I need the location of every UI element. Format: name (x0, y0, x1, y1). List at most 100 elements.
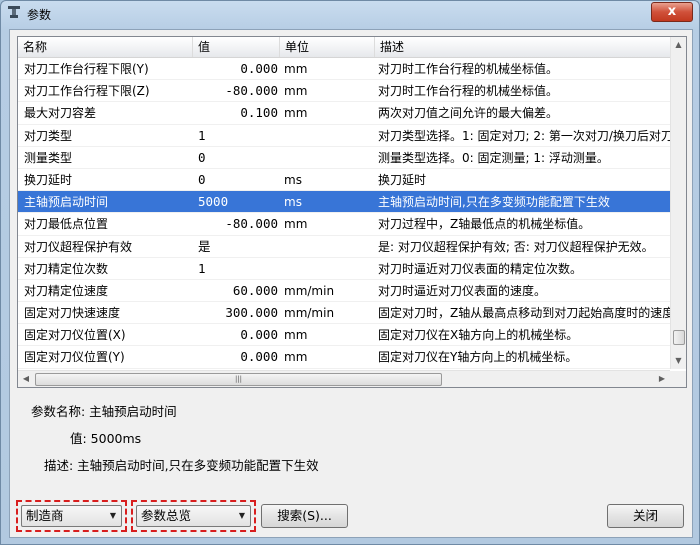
param-unit-cell: mm/min (284, 306, 335, 321)
param-desc-cell: 对刀过程中，Z轴最低点的机械坐标值。 (378, 217, 591, 232)
param-value-cell: 60.000 (232, 282, 278, 298)
table-row[interactable]: 固定对刀仪位置(Y) 0.000 mm 固定对刀仪在Y轴方向上的机械坐标。 (18, 346, 670, 369)
table-header: 名称 值 单位 描述 (18, 37, 670, 58)
param-value-cell: 0.000 (240, 349, 278, 365)
param-name-cell: 固定对刀仪位置(X) (24, 328, 126, 343)
param-unit-cell: mm (284, 350, 308, 365)
table-row[interactable]: 对刀工作台行程下限(Z) -80.000 mm 对刀时工作台行程的机械坐标值。 (18, 80, 670, 103)
param-unit-cell (284, 147, 374, 169)
table-body: 对刀工作台行程下限(Y) 0.000 mm 对刀时工作台行程的机械坐标值。 对刀工作台行… (18, 58, 670, 369)
param-value-cell: 是 (198, 238, 211, 254)
param-desc-cell: 对刀时逼近对刀仪表面的速度。 (378, 283, 547, 298)
parameter-table[interactable]: 名称 值 单位 描述 对刀工作台行程下限(Y) 0.000 mm 对刀时工作台行程的机… (17, 36, 687, 388)
param-value-cell: 0 (198, 171, 206, 187)
param-unit-cell (284, 125, 374, 147)
param-name-cell: 主轴预启动时间 (24, 195, 109, 210)
param-desc-cell: 固定对刀时，Z轴从最高点移动到对刀起始高度时的速度。 (378, 306, 670, 321)
table-row[interactable]: 对刀类型 1 对刀类型选择。1: 固定对刀; 2: 第一次对刀/换刀后对刀。 (18, 125, 670, 147)
param-desc-cell: 两次对刀值之间允许的最大偏差。 (378, 106, 559, 121)
param-name-cell: 对刀精定位次数 (24, 261, 109, 276)
table-row[interactable]: 对刀工作台行程下限(Y) 0.000 mm 对刀时工作台行程的机械坐标值。 (18, 58, 670, 81)
param-unit-cell: ms (284, 195, 302, 210)
vertical-scrollbar[interactable]: ▲ ▼ (670, 37, 686, 369)
scroll-right-icon[interactable]: ▶ (654, 371, 670, 387)
param-name-cell: 对刀类型 (24, 128, 73, 143)
search-button[interactable]: 搜索(S)... (261, 504, 348, 528)
param-desc-cell: 测量类型选择。0: 固定测量; 1: 浮动测量。 (378, 150, 609, 165)
param-desc-cell: 对刀时工作台行程的机械坐标值。 (378, 84, 559, 99)
column-header-value[interactable]: 值 (193, 37, 280, 57)
chevron-down-icon: ▼ (238, 511, 245, 520)
param-name-cell: 测量类型 (24, 150, 73, 165)
column-header-name[interactable]: 名称 (18, 37, 193, 57)
column-header-desc[interactable]: 描述 (375, 37, 670, 57)
param-desc-cell: 主轴预启动时间,只在多变频功能配置下生效 (378, 195, 610, 210)
param-desc-cell: 对刀类型选择。1: 固定对刀; 2: 第一次对刀/换刀后对刀。 (378, 128, 670, 143)
table-row[interactable]: 测量类型 0 测量类型选择。0: 固定测量; 1: 浮动测量。 (18, 147, 670, 169)
horizontal-scroll-thumb[interactable]: ||| (35, 373, 442, 386)
group-combo-highlight: 参数总览 ▼ (131, 500, 256, 532)
horizontal-scrollbar[interactable]: ◀ ||| ▶ (18, 370, 670, 387)
param-name-cell: 最大对刀容差 (24, 106, 97, 121)
param-desc-cell: 是: 对刀仪超程保护有效; 否: 对刀仪超程保护无效。 (378, 239, 654, 254)
detail-param-value: 值: 5000ms (70, 431, 142, 446)
param-value-cell: 0.100 (240, 105, 278, 121)
level-select[interactable]: 制造商 ▼ (21, 505, 122, 527)
param-name-cell: 对刀最低点位置 (24, 217, 109, 232)
group-select-value: 参数总览 (141, 508, 192, 523)
param-name-cell: 固定对刀仪位置(Y) (24, 350, 125, 365)
param-desc-cell: 固定对刀仪在X轴方向上的机械坐标。 (378, 328, 579, 343)
param-name-cell: 固定对刀快速速度 (24, 306, 121, 321)
table-row[interactable]: 对刀精定位次数 1 对刀时逼近对刀仪表面的精定位次数。 (18, 258, 670, 280)
vertical-scroll-thumb[interactable] (673, 330, 685, 345)
param-value-cell: -80.000 (225, 216, 278, 232)
param-unit-cell: mm (284, 106, 308, 121)
detail-param-desc: 描述: 主轴预启动时间,只在多变频功能配置下生效 (44, 458, 319, 473)
app-icon (8, 6, 20, 18)
param-value-cell: 0.000 (240, 327, 278, 343)
param-name-cell: 对刀工作台行程下限(Z) (24, 84, 150, 99)
param-desc-cell: 换刀延时 (378, 172, 427, 187)
close-icon[interactable]: x (651, 2, 693, 22)
param-unit-cell: mm/min (284, 283, 335, 298)
title-bar[interactable]: 参数 x (1, 1, 699, 25)
table-row[interactable]: 主轴预启动时间 5000 ms 主轴预启动时间,只在多变频功能配置下生效 (18, 191, 670, 214)
scroll-up-icon[interactable]: ▲ (671, 37, 686, 53)
param-value-cell: 1 (198, 127, 206, 143)
param-unit-cell (284, 236, 374, 258)
scroll-down-icon[interactable]: ▼ (671, 353, 686, 369)
param-name-cell: 对刀仪超程保护有效 (24, 239, 133, 254)
param-value-cell: 0 (198, 149, 206, 165)
group-select[interactable]: 参数总览 ▼ (136, 505, 251, 527)
scroll-left-icon[interactable]: ◀ (18, 371, 34, 387)
param-value-cell: 5000 (198, 194, 229, 210)
param-desc-cell: 固定对刀仪在Y轴方向上的机械坐标。 (378, 350, 578, 365)
param-unit-cell (284, 258, 374, 280)
param-name-cell: 对刀工作台行程下限(Y) (24, 62, 149, 76)
close-button[interactable]: 关闭 (607, 504, 684, 528)
table-row[interactable]: 固定对刀快速速度 300.000 mm/min 固定对刀时，Z轴从最高点移动到对刀起始… (18, 302, 670, 325)
level-select-value: 制造商 (26, 508, 64, 523)
table-row[interactable]: 固定对刀仪位置(X) 0.000 mm 固定对刀仪在X轴方向上的机械坐标。 (18, 324, 670, 347)
param-name-cell: 对刀精定位速度 (24, 283, 109, 298)
table-row[interactable]: 对刀最低点位置 -80.000 mm 对刀过程中，Z轴最低点的机械坐标值。 (18, 213, 670, 236)
param-value-cell: 300.000 (225, 305, 278, 321)
param-unit-cell: mm (284, 328, 308, 343)
param-name-cell: 换刀延时 (24, 172, 73, 187)
scroll-corner (670, 371, 686, 387)
param-value-cell: -80.000 (225, 83, 278, 99)
param-unit-cell: mm (284, 62, 308, 76)
table-row[interactable]: 最大对刀容差 0.100 mm 两次对刀值之间允许的最大偏差。 (18, 102, 670, 125)
detail-param-name: 参数名称: 主轴预启动时间 (31, 404, 177, 419)
table-row[interactable]: 对刀精定位速度 60.000 mm/min 对刀时逼近对刀仪表面的速度。 (18, 280, 670, 303)
param-value-cell: 0.000 (240, 61, 278, 76)
param-unit-cell: mm (284, 84, 308, 99)
params-dialog: 参数 x 名称 值 单位 描述 对刀工作台行程下限(Y) 0.000 mm 对刀时工作… (0, 0, 700, 545)
column-header-unit[interactable]: 单位 (280, 37, 375, 57)
window-title: 参数 (27, 8, 52, 22)
chevron-down-icon: ▼ (109, 511, 116, 520)
param-value-cell: 1 (198, 260, 206, 276)
level-combo-highlight: 制造商 ▼ (16, 500, 127, 532)
table-row[interactable]: 换刀延时 0 ms 换刀延时 (18, 169, 670, 192)
table-row[interactable]: 对刀仪超程保护有效 是 是: 对刀仪超程保护有效; 否: 对刀仪超程保护无效。 (18, 236, 670, 258)
